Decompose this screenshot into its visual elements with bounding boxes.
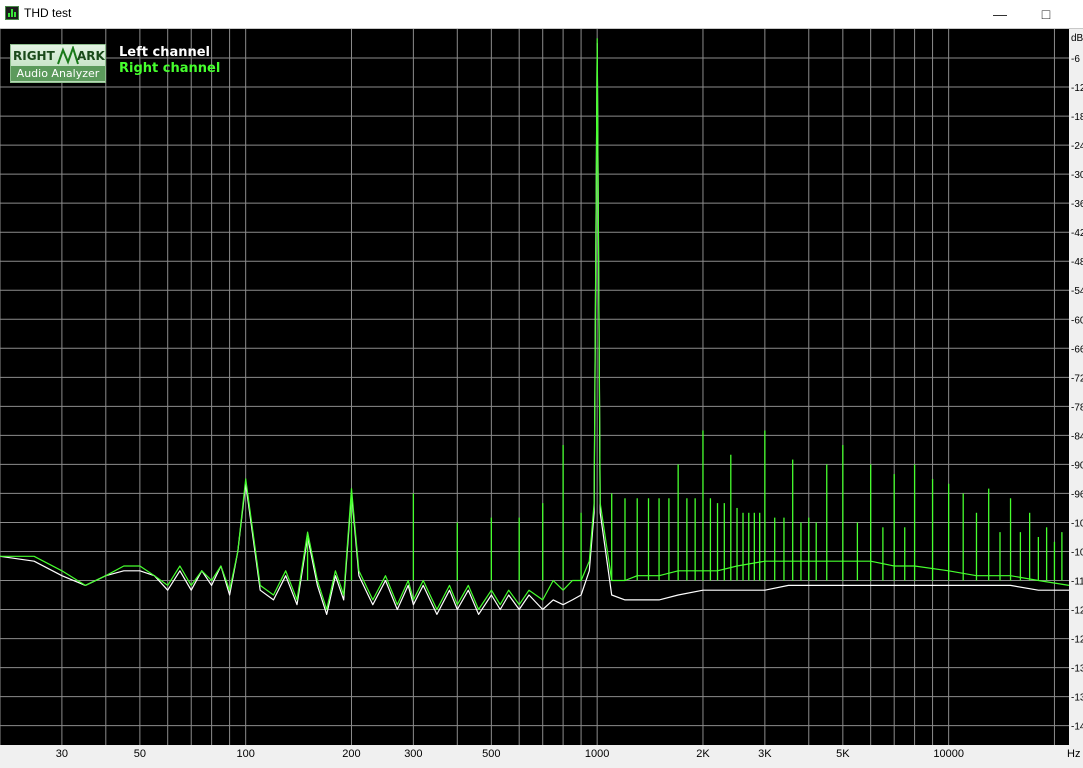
spectrum-chart: dB -6 -12 -18 -24 -30 -36 -42 -48 -54 -60 -66 -72 -78…: [0, 29, 1083, 762]
y-tick-label: -13: [1071, 664, 1083, 675]
x-tick-label: 30: [56, 748, 68, 760]
y-tick-label: -12: [1071, 83, 1083, 94]
y-tick-label: -54: [1071, 286, 1083, 297]
x-tick-label: 5K: [836, 748, 850, 760]
logo-m-waveform-icon: [57, 46, 79, 65]
x-tick-label: 10000: [933, 748, 964, 760]
y-tick-label: -13: [1071, 693, 1083, 704]
y-tick-label: -30: [1071, 170, 1083, 181]
logo-text-right: RIGHT: [13, 49, 55, 63]
y-tick-label: -11: [1071, 577, 1083, 588]
y-tick-label: -60: [1071, 315, 1083, 326]
y-tick-label: -96: [1071, 489, 1083, 500]
y-tick-label: -12: [1071, 606, 1083, 617]
x-tick-label: 200: [342, 748, 360, 760]
x-tick-label: 1000: [585, 748, 609, 760]
y-tick-label: -78: [1071, 402, 1083, 413]
x-tick-label: 300: [404, 748, 422, 760]
maximize-button[interactable]: □: [1023, 0, 1069, 28]
x-axis-panel: [0, 745, 1083, 762]
y-tick-label: -48: [1071, 257, 1083, 268]
logo-text-ark: ARK: [77, 49, 105, 63]
y-tick-label: -10: [1071, 518, 1083, 529]
status-strip: [0, 762, 1083, 768]
title-bar: THD test — □: [0, 0, 1083, 28]
x-axis-unit-label: Hz: [1067, 748, 1080, 760]
x-tick-label: 2K: [696, 748, 710, 760]
x-tick-label: 500: [482, 748, 500, 760]
y-tick-label: -14: [1071, 722, 1083, 733]
analyzer-app-icon: [5, 6, 19, 20]
y-tick-label: -10: [1071, 547, 1083, 558]
window-title: THD test: [24, 6, 72, 20]
y-axis-unit-label: dB: [1071, 33, 1083, 44]
y-axis-panel: [1069, 29, 1083, 762]
rightmark-logo: RIGHT ARK Audio Analyzer: [10, 44, 106, 83]
minimize-button[interactable]: —: [977, 0, 1023, 28]
y-tick-label: -36: [1071, 199, 1083, 210]
x-tick-label: 50: [134, 748, 146, 760]
y-tick-label: -42: [1071, 228, 1083, 239]
plot-background: [0, 29, 1069, 745]
y-tick-label: -84: [1071, 431, 1083, 442]
x-tick-label: 3K: [758, 748, 772, 760]
y-tick-label: -18: [1071, 112, 1083, 123]
y-tick-label: -66: [1071, 344, 1083, 355]
legend-left-channel: Left channel: [119, 45, 211, 60]
legend-right-channel: Right channel: [119, 61, 221, 76]
y-tick-label: -12: [1071, 635, 1083, 646]
y-tick-label: -72: [1071, 373, 1083, 384]
y-tick-label: -24: [1071, 141, 1083, 152]
y-tick-label: -90: [1071, 460, 1083, 471]
y-tick-label: -6: [1071, 54, 1080, 65]
x-tick-label: 100: [236, 748, 254, 760]
logo-subtitle: Audio Analyzer: [11, 66, 105, 81]
